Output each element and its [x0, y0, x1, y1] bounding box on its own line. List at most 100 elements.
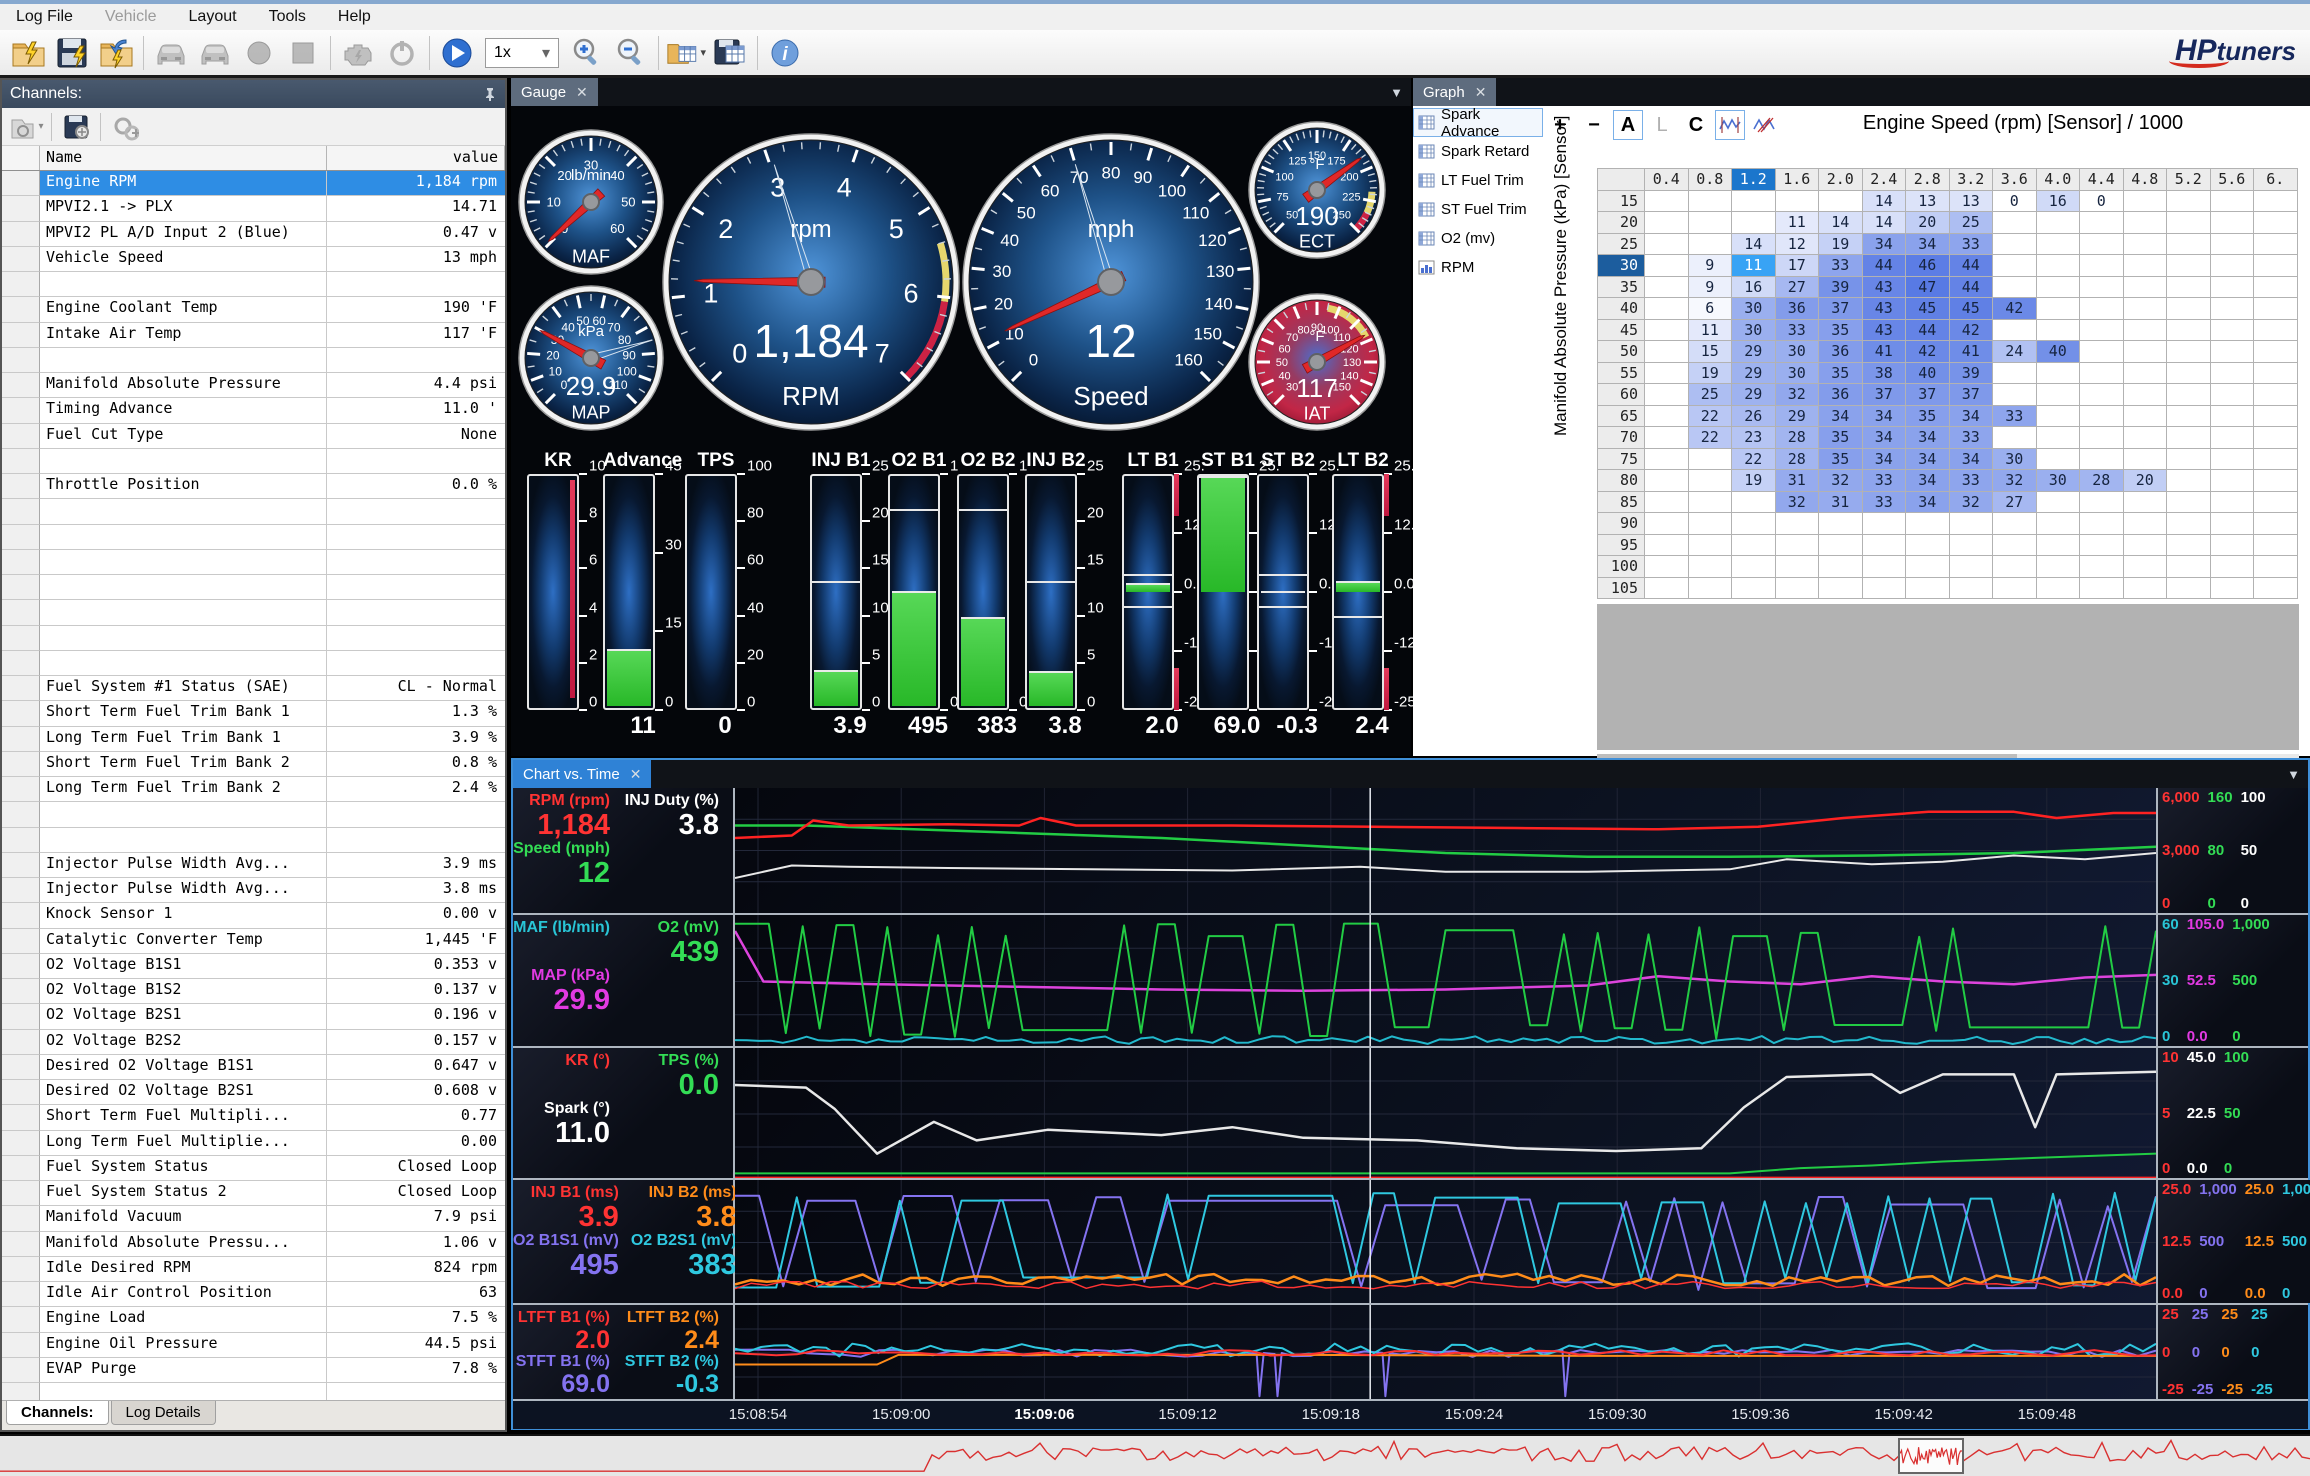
- map-cell[interactable]: [1687, 447, 1732, 470]
- map-cell[interactable]: 34: [1905, 232, 1950, 255]
- map-cell[interactable]: 16: [1731, 275, 1776, 298]
- map-cell[interactable]: 37: [1905, 383, 1950, 406]
- channel-row[interactable]: [2, 272, 505, 298]
- channel-row[interactable]: [2, 625, 505, 651]
- map-cell[interactable]: 33: [1818, 254, 1863, 277]
- map-cell[interactable]: 33: [1861, 469, 1906, 492]
- map-cell[interactable]: [1992, 426, 2037, 449]
- map-cell[interactable]: 26: [1731, 404, 1776, 427]
- map-cell[interactable]: 33: [1948, 469, 1993, 492]
- map-cell[interactable]: 34: [1861, 447, 1906, 470]
- map-cell[interactable]: 35: [1818, 426, 1863, 449]
- map-cell[interactable]: [2122, 576, 2167, 599]
- map-cell[interactable]: [2253, 361, 2298, 384]
- map-cell[interactable]: [1687, 512, 1732, 535]
- row-selector[interactable]: [2, 953, 40, 979]
- menu-layout[interactable]: Layout: [173, 4, 253, 30]
- map-cell[interactable]: [1905, 555, 1950, 578]
- row-selector[interactable]: [2, 297, 40, 323]
- channel-row[interactable]: Desired O2 Voltage B2S1 0.608 v: [2, 1080, 505, 1106]
- chevron-down-icon[interactable]: ▼: [1390, 85, 1411, 100]
- map-cell[interactable]: 28: [1774, 426, 1819, 449]
- map-cell[interactable]: 28: [1774, 447, 1819, 470]
- map-cell[interactable]: [2253, 383, 2298, 406]
- zoom-in-button[interactable]: [567, 33, 607, 73]
- map-cell[interactable]: [1731, 533, 1776, 556]
- map-cell[interactable]: [1948, 512, 1993, 535]
- map-cell[interactable]: [1992, 555, 2037, 578]
- map-cell[interactable]: [2253, 318, 2298, 341]
- map-cell[interactable]: 13: [1948, 189, 1993, 212]
- map-cell[interactable]: [1644, 555, 1689, 578]
- row-selector[interactable]: [2, 852, 40, 878]
- map-cell[interactable]: [2035, 404, 2080, 427]
- row-selector[interactable]: [2, 474, 40, 500]
- map-cell[interactable]: [2253, 275, 2298, 298]
- map-cell[interactable]: 32: [1774, 383, 1819, 406]
- channel-row[interactable]: Injector Pulse Width Avg... 3.8 ms: [2, 878, 505, 904]
- map-cell[interactable]: 32: [1774, 490, 1819, 513]
- rpm-column-header[interactable]: 2.8: [1905, 168, 1950, 191]
- row-selector[interactable]: [2, 398, 40, 424]
- rpm-column-header[interactable]: 2.0: [1818, 168, 1863, 191]
- map-cell[interactable]: 30: [1774, 361, 1819, 384]
- map-cell[interactable]: [2122, 490, 2167, 513]
- pin-icon[interactable]: [483, 87, 497, 101]
- rpm-column-header[interactable]: 5.2: [2166, 168, 2211, 191]
- map-cell[interactable]: 19: [1687, 361, 1732, 384]
- rpm-column-header[interactable]: 6.: [2253, 168, 2298, 191]
- rpm-column-header[interactable]: 4.0: [2035, 168, 2080, 191]
- map-cell[interactable]: [2122, 254, 2167, 277]
- map-cell[interactable]: 43: [1861, 275, 1906, 298]
- channel-row[interactable]: Engine Coolant Temp 190 'F: [2, 297, 505, 323]
- map-cell[interactable]: 34: [1905, 426, 1950, 449]
- map-cell[interactable]: [2166, 383, 2211, 406]
- map-cell[interactable]: [2166, 533, 2211, 556]
- map-cell[interactable]: [2122, 189, 2167, 212]
- map-cell[interactable]: 34: [1948, 447, 1993, 470]
- map-cell[interactable]: [1992, 512, 2037, 535]
- map-cell[interactable]: [1948, 576, 1993, 599]
- channel-row[interactable]: Idle Air Control Position 63: [2, 1282, 505, 1308]
- row-selector[interactable]: [2, 1004, 40, 1030]
- lock-mode-button[interactable]: L: [1647, 110, 1677, 140]
- channel-row[interactable]: Short Term Fuel Trim Bank 2 0.8 %: [2, 751, 505, 777]
- map-cell[interactable]: 45: [1948, 297, 1993, 320]
- row-selector[interactable]: [2, 903, 40, 929]
- map-cell[interactable]: 35: [1818, 318, 1863, 341]
- map-cell[interactable]: [1687, 555, 1732, 578]
- channel-row[interactable]: [2, 549, 505, 575]
- map-cell[interactable]: [2166, 576, 2211, 599]
- map-cell[interactable]: [1644, 576, 1689, 599]
- chevron-down-icon[interactable]: ▼: [2287, 767, 2308, 782]
- map-cell[interactable]: [1774, 512, 1819, 535]
- map-item-rpm[interactable]: RPM: [1413, 253, 1543, 282]
- map-cell[interactable]: [2035, 297, 2080, 320]
- channel-row[interactable]: Long Term Fuel Trim Bank 1 3.9 %: [2, 726, 505, 752]
- map-cell[interactable]: [1861, 555, 1906, 578]
- map-cell[interactable]: [1992, 232, 2037, 255]
- name-column-header[interactable]: Name: [40, 146, 327, 170]
- map-cell[interactable]: 14: [1731, 232, 1776, 255]
- row-selector[interactable]: [2, 373, 40, 399]
- map-cell[interactable]: 30: [1774, 340, 1819, 363]
- map-cell[interactable]: [2209, 275, 2254, 298]
- map-cell[interactable]: [2253, 340, 2298, 363]
- trace-toggle-button[interactable]: [1715, 110, 1745, 140]
- map-cell[interactable]: [1861, 576, 1906, 599]
- map-cell[interactable]: [2166, 254, 2211, 277]
- tab-gauge[interactable]: Gauge ✕: [511, 78, 598, 106]
- map-cell[interactable]: [2122, 383, 2167, 406]
- channel-row[interactable]: EVAP Purge 7.8 %: [2, 1357, 505, 1383]
- channel-row[interactable]: [2, 827, 505, 853]
- map-cell[interactable]: 40: [2035, 340, 2080, 363]
- map-cell[interactable]: 36: [1774, 297, 1819, 320]
- map-cell[interactable]: 34: [1905, 447, 1950, 470]
- map-cell[interactable]: [2209, 404, 2254, 427]
- map-cell[interactable]: [1644, 318, 1689, 341]
- map-row-header[interactable]: 20: [1597, 211, 1645, 234]
- row-selector[interactable]: [2, 701, 40, 727]
- map-cell[interactable]: [2166, 340, 2211, 363]
- map-cell[interactable]: [2079, 533, 2124, 556]
- map-cell[interactable]: [1731, 189, 1776, 212]
